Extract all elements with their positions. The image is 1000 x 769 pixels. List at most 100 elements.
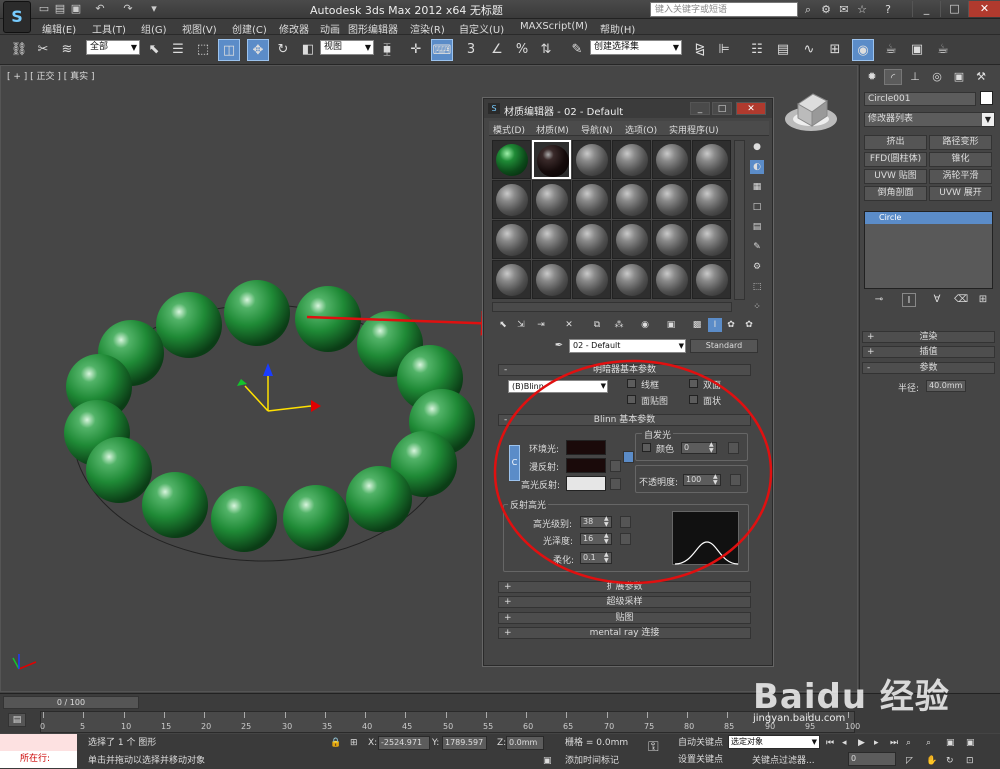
make-preview-icon[interactable]: ✎	[750, 240, 764, 254]
select-and-scale-icon[interactable]: ◧	[297, 39, 319, 61]
pin-stack-icon[interactable]: ⊸	[872, 293, 886, 307]
hierarchy-tab-icon[interactable]: ⊥	[906, 69, 924, 85]
menu-group[interactable]: 组(G)	[141, 21, 167, 36]
background-icon[interactable]: ▦	[750, 180, 764, 194]
ambient-color-swatch[interactable]	[566, 440, 606, 455]
sample-slot[interactable]	[572, 260, 611, 299]
maximize-button[interactable]: □	[712, 102, 732, 115]
align-icon[interactable]: ⊫	[713, 39, 735, 61]
show-shaded-material-icon[interactable]: ▣	[664, 318, 678, 332]
sample-slot[interactable]	[572, 220, 611, 259]
play-icon[interactable]: ▶	[858, 736, 865, 751]
lock-diffuse-map-button[interactable]	[623, 451, 634, 463]
sample-slot[interactable]	[532, 260, 571, 299]
sample-slot[interactable]	[572, 180, 611, 219]
menu-create[interactable]: 创建(C)	[232, 21, 267, 36]
taper-button[interactable]: 锥化	[929, 152, 992, 167]
stack-item-circle[interactable]: Circle	[865, 212, 992, 224]
mini-curve-editor-icon[interactable]: ▤	[8, 713, 26, 727]
remove-modifier-icon[interactable]: ⌫	[954, 293, 968, 307]
specular-level-spinner[interactable]: 38 ▲ ▼	[580, 516, 612, 528]
modifier-list-dropdown[interactable]: 修改器列表 ▼	[864, 112, 995, 127]
self-illum-color-checkbox[interactable]	[642, 443, 651, 452]
rendered-frame-window-icon[interactable]: ▣	[906, 39, 928, 61]
new-file-icon[interactable]: ▭	[36, 2, 52, 16]
bind-space-warp-icon[interactable]: ≋	[56, 39, 78, 61]
quick-access-dropdown-icon[interactable]: ▾	[146, 2, 162, 16]
field-of-view-icon[interactable]: ◸	[906, 754, 913, 769]
pan-view-icon[interactable]: ✋	[926, 754, 937, 769]
time-tag-icon[interactable]: ▣	[543, 754, 552, 769]
reference-coordinate-dropdown[interactable]: 视图 ▼	[320, 40, 374, 55]
menu-help[interactable]: 帮助(H)	[600, 21, 635, 36]
material-map-navigator-icon[interactable]: ⁘	[750, 300, 764, 314]
mental-ray-connection-rollout[interactable]: + mental ray 连接	[498, 627, 751, 639]
two-sided-checkbox[interactable]	[689, 379, 698, 388]
sample-slot[interactable]	[572, 140, 611, 179]
put-to-library-icon[interactable]: ⁂	[612, 318, 626, 332]
me-menu-options[interactable]: 选项(O)	[625, 123, 657, 136]
slots-vertical-scrollbar[interactable]	[734, 140, 745, 300]
select-object-icon[interactable]: ⬉	[143, 39, 165, 61]
go-to-end-icon[interactable]: ⏭	[890, 736, 898, 751]
diffuse-map-button[interactable]	[610, 460, 621, 472]
rectangular-selection-icon[interactable]: ⬚	[192, 39, 214, 61]
opacity-map-button[interactable]	[730, 474, 741, 486]
zoom-all-icon[interactable]: ⌕	[926, 736, 931, 751]
motion-tab-icon[interactable]: ◎	[928, 69, 946, 85]
slots-horizontal-scrollbar[interactable]	[492, 302, 732, 312]
render-production-icon[interactable]: ☕	[932, 39, 954, 61]
create-tab-icon[interactable]: ✹	[863, 69, 881, 85]
go-to-start-icon[interactable]: ⏮	[826, 736, 834, 751]
sample-slot[interactable]	[652, 180, 691, 219]
sample-slot[interactable]	[692, 140, 731, 179]
backlight-icon[interactable]: ◐	[750, 160, 764, 174]
video-color-check-icon[interactable]: ▤	[750, 220, 764, 234]
menu-animation[interactable]: 动画	[320, 21, 340, 36]
pick-from-object-icon[interactable]: ✿	[742, 318, 756, 332]
select-and-rotate-icon[interactable]: ↻	[272, 39, 294, 61]
faceted-checkbox[interactable]	[689, 395, 698, 404]
utilities-tab-icon[interactable]: ⚒	[972, 69, 990, 85]
material-editor-titlebar[interactable]: S 材质编辑器 - 02 - Default _ □ ✕	[484, 99, 772, 118]
configure-sets-icon[interactable]: ⊞	[976, 293, 990, 307]
wire-checkbox[interactable]	[627, 379, 636, 388]
zoom-extents-icon[interactable]: ▣	[946, 736, 955, 751]
specular-color-swatch[interactable]	[566, 476, 606, 491]
go-forward-sibling-icon[interactable]: ✿	[724, 318, 738, 332]
path-deform-button[interactable]: 路径变形	[929, 135, 992, 150]
lock-selection-icon[interactable]: 🔒	[330, 736, 341, 751]
opacity-spinner[interactable]: 100 ▲ ▼	[683, 474, 721, 486]
sample-slot[interactable]	[492, 260, 531, 299]
sample-slot[interactable]	[692, 220, 731, 259]
auto-key-button[interactable]: 自动关键点	[678, 736, 723, 751]
favorites-icon[interactable]: ☆	[854, 2, 870, 17]
named-selection-dropdown[interactable]: 创建选择集 ▼	[590, 40, 682, 55]
shader-basic-rollout-header[interactable]: - 明暗器基本参数	[498, 364, 751, 376]
menu-graph-editors[interactable]: 图形编辑器	[348, 21, 398, 36]
eyedropper-icon[interactable]: ✒	[552, 339, 566, 353]
window-crossing-icon[interactable]: ◫	[218, 39, 240, 61]
curve-editor-icon[interactable]: ∿	[798, 39, 820, 61]
sample-slot[interactable]	[652, 220, 691, 259]
minimize-button[interactable]: _	[690, 102, 710, 115]
add-time-tag-button[interactable]: 添加时间标记	[565, 754, 619, 769]
me-menu-navigation[interactable]: 导航(N)	[581, 123, 613, 136]
mirror-icon[interactable]: ⧎	[689, 39, 711, 61]
extended-parameters-rollout[interactable]: + 扩展参数	[498, 581, 751, 593]
specular-level-map-button[interactable]	[620, 516, 631, 528]
show-end-result-icon[interactable]: ▩	[690, 318, 704, 332]
x-coordinate-field[interactable]: -2524.971	[378, 736, 430, 750]
make-unique-icon[interactable]: ⧉	[590, 318, 604, 332]
redo-icon[interactable]: ↷	[120, 2, 136, 16]
interpolation-rollout[interactable]: + 插值	[862, 346, 995, 358]
blinn-basic-rollout-header[interactable]: - Blinn 基本参数	[498, 414, 751, 426]
sample-slot[interactable]	[612, 140, 651, 179]
set-key-button[interactable]: 设置关键点	[678, 753, 723, 768]
radius-spinner[interactable]: 40.0mm	[926, 380, 966, 392]
select-and-manipulate-icon[interactable]: ✛	[405, 39, 427, 61]
reset-map-icon[interactable]: ✕	[562, 318, 576, 332]
rendering-rollout[interactable]: + 渲染	[862, 331, 995, 343]
object-name-field[interactable]: Circle001	[864, 92, 976, 106]
sample-slot-selected[interactable]	[532, 140, 571, 179]
